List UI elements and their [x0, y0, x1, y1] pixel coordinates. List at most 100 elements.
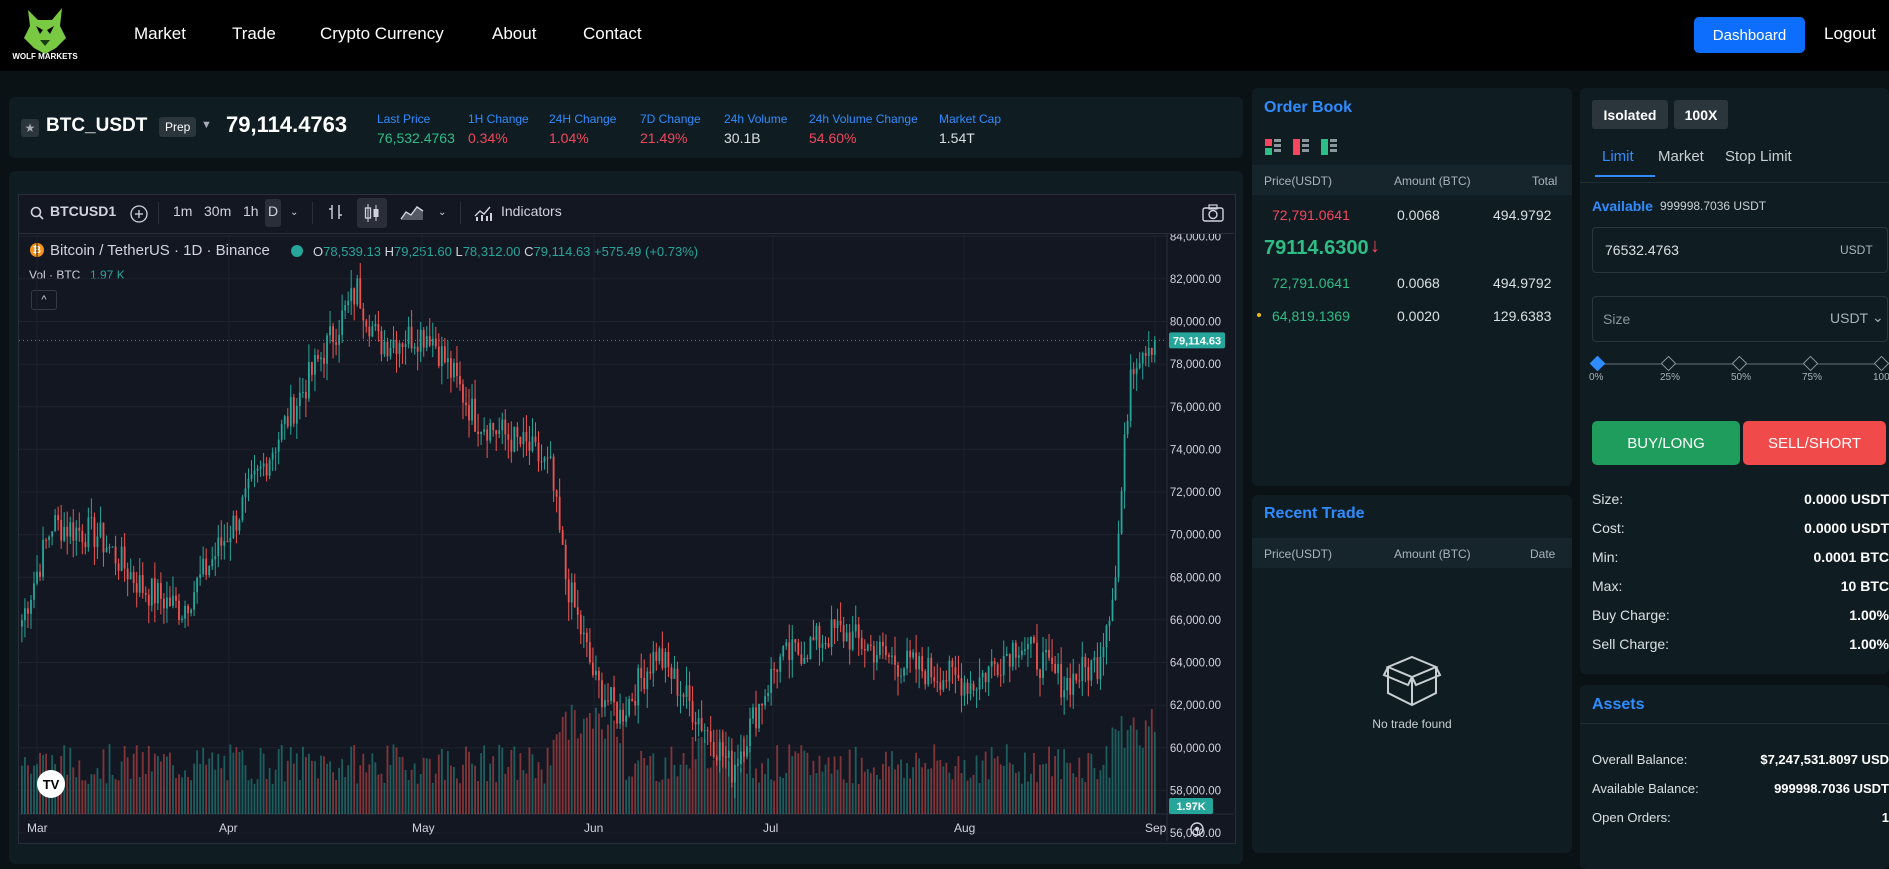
volume-bar[interactable]: [1054, 756, 1057, 814]
candle-body[interactable]: [972, 683, 975, 691]
volume-bar[interactable]: [912, 767, 915, 814]
candle-body[interactable]: [453, 362, 455, 378]
candle-body[interactable]: [1036, 642, 1038, 670]
candle-body[interactable]: [866, 644, 869, 651]
volume-bar[interactable]: [389, 764, 392, 814]
volume-bar[interactable]: [679, 764, 682, 814]
candle-body[interactable]: [368, 326, 371, 337]
candle-body[interactable]: [27, 608, 29, 614]
candle-body[interactable]: [492, 422, 495, 431]
candle-body[interactable]: [637, 668, 640, 706]
candle-body[interactable]: [232, 515, 235, 538]
candle-body[interactable]: [1144, 352, 1147, 357]
volume-bar[interactable]: [715, 729, 718, 814]
candle-body[interactable]: [984, 672, 987, 683]
candle-body[interactable]: [987, 666, 990, 683]
volume-bar[interactable]: [975, 755, 978, 814]
candle-body[interactable]: [277, 439, 280, 452]
candle-body[interactable]: [960, 678, 963, 696]
volume-bar[interactable]: [1126, 729, 1129, 814]
candle-body[interactable]: [610, 687, 612, 701]
candle-body[interactable]: [770, 668, 773, 693]
size-unit-select[interactable]: USDT: [1830, 310, 1868, 326]
volume-bar[interactable]: [700, 736, 703, 814]
volume-bar[interactable]: [821, 771, 824, 814]
orderbook-buy-view-icon[interactable]: [1320, 138, 1338, 161]
candle-body[interactable]: [646, 671, 649, 690]
candle-body[interactable]: [1063, 690, 1066, 698]
candle-body[interactable]: [1141, 352, 1144, 364]
volume-bar[interactable]: [942, 766, 945, 814]
volume-bar[interactable]: [1108, 777, 1111, 814]
candle-body[interactable]: [1045, 649, 1047, 653]
volume-bar[interactable]: [350, 746, 353, 814]
candle-body[interactable]: [63, 526, 66, 541]
candle-body[interactable]: [483, 429, 486, 432]
candle-body[interactable]: [836, 620, 839, 629]
candle-body[interactable]: [981, 672, 984, 678]
candlestick-icon[interactable]: [363, 203, 381, 228]
volume-bar[interactable]: [383, 782, 386, 814]
volume-bar[interactable]: [740, 768, 742, 814]
volume-bar[interactable]: [507, 766, 510, 814]
dashboard-button[interactable]: Dashboard: [1694, 17, 1805, 53]
volume-bar[interactable]: [477, 781, 479, 814]
candle-body[interactable]: [39, 571, 41, 577]
candle-body[interactable]: [456, 362, 458, 376]
volume-bar[interactable]: [202, 747, 205, 814]
volume-bar[interactable]: [604, 738, 606, 814]
volume-bar[interactable]: [208, 758, 211, 814]
slider-step-handle[interactable]: [1873, 355, 1889, 372]
volume-bar[interactable]: [824, 764, 827, 814]
candle-body[interactable]: [537, 442, 540, 462]
candle-body[interactable]: [223, 541, 226, 546]
candle-body[interactable]: [147, 594, 150, 606]
volume-bar[interactable]: [495, 782, 498, 814]
candle-body[interactable]: [356, 278, 359, 305]
volume-bar[interactable]: [150, 771, 153, 814]
volume-bar[interactable]: [117, 780, 120, 814]
candle-body[interactable]: [1147, 347, 1150, 357]
candle-body[interactable]: [202, 558, 205, 575]
candle-body[interactable]: [187, 605, 189, 614]
candle-body[interactable]: [791, 639, 794, 661]
nav-about[interactable]: About: [492, 24, 536, 44]
volume-bar[interactable]: [153, 753, 156, 814]
candle-body[interactable]: [676, 668, 679, 696]
candle-body[interactable]: [45, 539, 47, 541]
volume-bar[interactable]: [598, 713, 600, 814]
volume-bar[interactable]: [860, 757, 863, 814]
candle-body[interactable]: [885, 646, 887, 656]
volume-bar[interactable]: [371, 753, 374, 814]
volume-bar[interactable]: [1023, 752, 1026, 814]
volume-bar[interactable]: [289, 747, 292, 814]
volume-bar[interactable]: [730, 764, 733, 814]
candle-body[interactable]: [767, 692, 770, 697]
candle-body[interactable]: [507, 434, 510, 440]
candle-body[interactable]: [69, 522, 72, 537]
volume-bar[interactable]: [265, 779, 268, 814]
candle-body[interactable]: [235, 515, 238, 531]
volume-bar[interactable]: [552, 739, 555, 814]
volume-bar[interactable]: [453, 766, 455, 814]
candle-body[interactable]: [1123, 434, 1126, 492]
volume-bar[interactable]: [694, 759, 697, 814]
volume-bar[interactable]: [785, 772, 788, 814]
volume-bar[interactable]: [1078, 757, 1081, 814]
candle-body[interactable]: [933, 677, 936, 682]
candle-body[interactable]: [465, 402, 467, 406]
volume-bar[interactable]: [114, 779, 117, 814]
candle-body[interactable]: [425, 336, 428, 348]
volume-bar[interactable]: [286, 760, 289, 814]
volume-bar[interactable]: [1153, 731, 1156, 814]
candle-body[interactable]: [350, 288, 353, 301]
volume-bar[interactable]: [891, 751, 893, 814]
candle-body[interactable]: [244, 488, 247, 498]
candle-body[interactable]: [628, 698, 631, 716]
volume-bar[interactable]: [250, 778, 253, 814]
volume-bar[interactable]: [344, 777, 347, 814]
volume-bar[interactable]: [311, 760, 313, 814]
candle-body[interactable]: [353, 288, 356, 305]
candle-body[interactable]: [848, 632, 851, 650]
candle-body[interactable]: [679, 694, 682, 696]
